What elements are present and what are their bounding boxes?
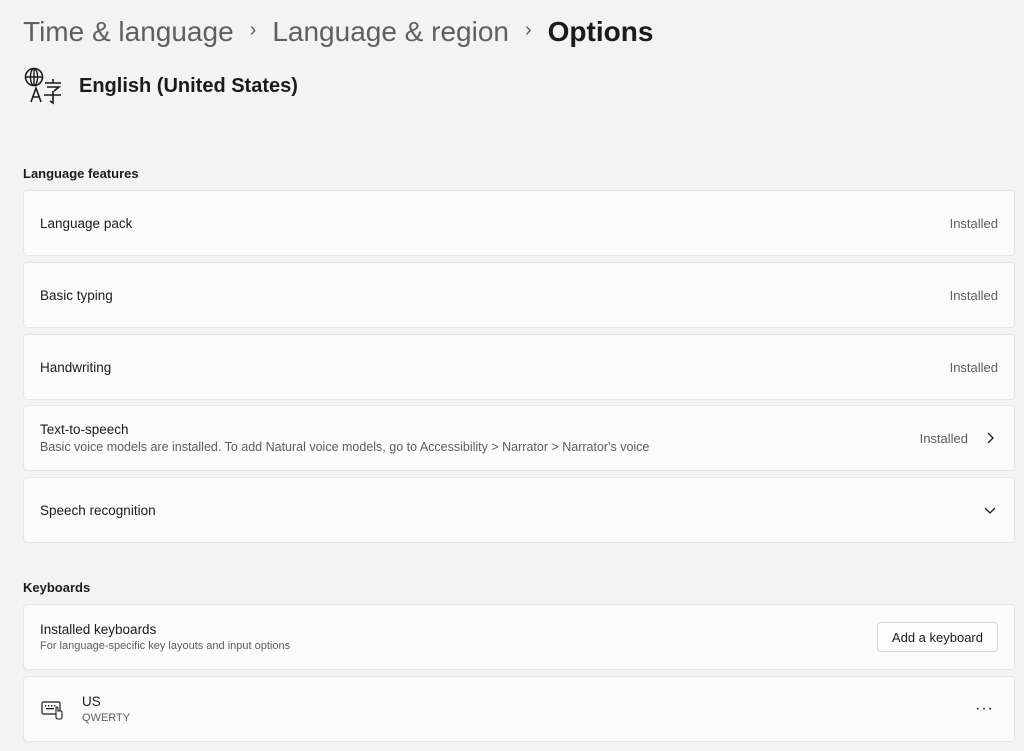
feature-title: Speech recognition: [40, 502, 156, 518]
feature-text-to-speech[interactable]: Text-to-speech Basic voice models are in…: [23, 405, 1015, 471]
language-header: English (United States): [23, 66, 298, 106]
section-label-language-features: Language features: [23, 166, 139, 181]
more-options-icon[interactable]: ···: [975, 700, 994, 718]
breadcrumb-separator: ›: [524, 19, 532, 41]
feature-title: Text-to-speech: [40, 422, 129, 437]
feature-language-pack: Language pack Installed: [23, 190, 1015, 256]
language-icon: [24, 67, 62, 105]
keyboard-name: US: [82, 694, 101, 709]
breadcrumb: Time & language › Language & region › Op…: [23, 14, 653, 50]
installed-keyboards-card: Installed keyboards For language-specifi…: [23, 604, 1015, 670]
breadcrumb-time-language[interactable]: Time & language: [23, 14, 234, 50]
installed-keyboards-subtitle: For language-specific key layouts and in…: [40, 640, 291, 652]
feature-basic-typing: Basic typing Installed: [23, 262, 1015, 328]
feature-title: Handwriting: [40, 359, 112, 375]
chevron-down-icon[interactable]: [982, 502, 998, 518]
page-title: Options: [547, 16, 654, 47]
breadcrumb-language-region[interactable]: Language & region: [272, 14, 509, 50]
feature-subtitle: Basic voice models are installed. To add…: [40, 440, 650, 454]
language-name: English (United States): [79, 74, 298, 97]
feature-speech-recognition[interactable]: Speech recognition: [23, 477, 1015, 543]
keyboard-layout: QWERTY: [82, 712, 131, 724]
add-keyboard-button[interactable]: Add a keyboard: [876, 622, 998, 652]
status-text: Installed: [949, 215, 998, 231]
chevron-right-icon[interactable]: [982, 430, 998, 446]
feature-handwriting: Handwriting Installed: [23, 334, 1015, 400]
status-text: Installed: [949, 359, 998, 375]
feature-title: Basic typing: [40, 287, 113, 303]
section-label-keyboards: Keyboards: [23, 580, 91, 595]
breadcrumb-separator: ›: [249, 19, 257, 41]
keyboard-item-us: US QWERTY ···: [23, 676, 1015, 742]
status-text: Installed: [919, 430, 968, 446]
keyboard-icon: [41, 701, 63, 720]
installed-keyboards-title: Installed keyboards: [40, 622, 157, 637]
feature-title: Language pack: [40, 215, 133, 231]
status-text: Installed: [949, 287, 998, 303]
